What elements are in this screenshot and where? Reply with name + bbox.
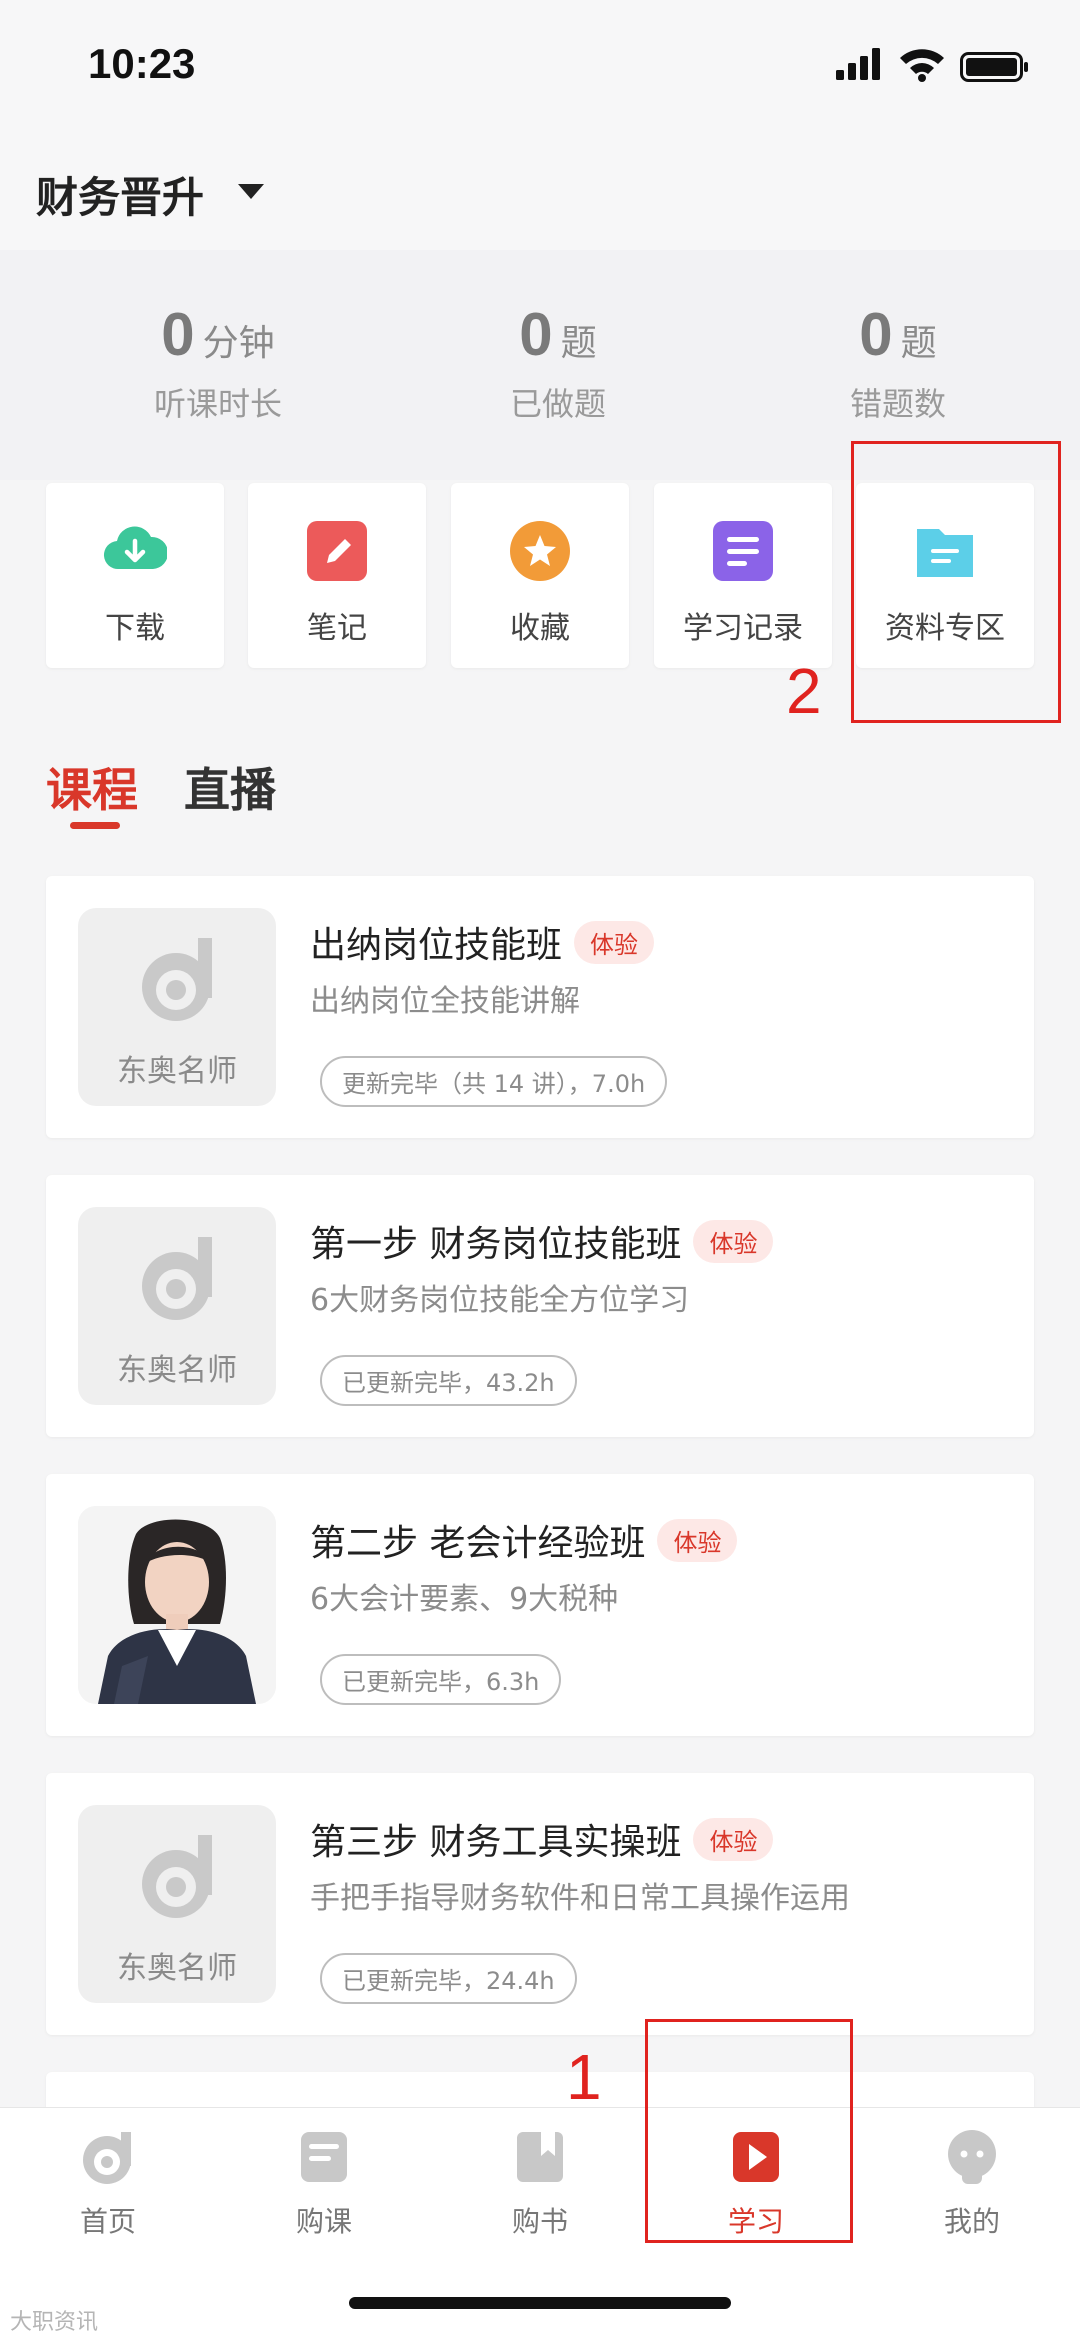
stat-value: 0 xyxy=(859,301,893,368)
course-thumbnail: 东奥名师 xyxy=(78,908,276,1106)
nav-profile[interactable]: 我的 xyxy=(864,2128,1080,2240)
stat-value: 0 xyxy=(519,301,553,368)
nav-label: 首页 xyxy=(79,2205,136,2238)
stat-unit: 题 xyxy=(560,323,597,364)
status-time: 10:23 xyxy=(88,40,196,87)
caret-down-icon[interactable] xyxy=(238,184,264,199)
tile-study-record[interactable]: 学习记录 xyxy=(654,483,832,668)
watermark-text: 大职资讯 xyxy=(10,2310,99,2335)
course-card[interactable]: 东奥名师 第一步 财务岗位技能班 体验 6大财务岗位技能全方位学习 已更新完毕，4… xyxy=(46,1175,1034,1437)
annotation-box-study-tab xyxy=(645,2019,853,2243)
trial-badge: 体验 xyxy=(693,1220,774,1263)
annotation-number-2: 2 xyxy=(786,655,822,727)
battery-icon xyxy=(960,52,1028,82)
course-title-text: 出纳岗位技能班 xyxy=(310,925,563,966)
course-card[interactable]: 东奥名师 出纳岗位技能班 体验 出纳岗位全技能讲解 更新完毕（共 14 讲），7.… xyxy=(46,876,1034,1138)
note-pencil-icon xyxy=(307,521,367,581)
teacher-portrait-icon xyxy=(78,1506,276,1704)
stat-label: 错题数 xyxy=(849,385,946,423)
stat-unit: 分钟 xyxy=(202,323,275,364)
course-title-text: 第一步 财务岗位技能班 xyxy=(310,1224,682,1265)
tab-courses[interactable]: 课程 xyxy=(46,754,138,820)
tile-favorites[interactable]: 收藏 xyxy=(451,483,629,668)
status-bar: 10:23 xyxy=(0,0,1080,130)
home-logo-icon xyxy=(83,2132,131,2184)
course-status-pill: 已更新完毕，24.4h xyxy=(320,1953,577,2004)
nav-home[interactable]: 首页 xyxy=(0,2128,216,2240)
course-status-pill: 已更新完毕，6.3h xyxy=(320,1654,562,1705)
stat-done-questions: 0题 已做题 xyxy=(388,300,728,425)
tile-download[interactable]: 下载 xyxy=(46,483,224,668)
course-title: 第二步 老会计经验班 体验 xyxy=(310,1514,738,1566)
course-status-pill: 已更新完毕，43.2h xyxy=(320,1355,577,1406)
tile-label: 下载 xyxy=(105,611,165,646)
dongao-logo-icon xyxy=(142,1237,212,1320)
nav-label: 购书 xyxy=(511,2205,568,2238)
cellular-signal-icon xyxy=(836,48,880,80)
course-subtitle: 6大会计要素、9大税种 xyxy=(310,1582,619,1617)
nav-buy-book[interactable]: 购书 xyxy=(432,2128,648,2240)
course-subtitle: 6大财务岗位技能全方位学习 xyxy=(310,1283,690,1318)
stat-listen-duration: 0 分钟 听课时长 xyxy=(48,300,388,425)
course-title: 第一步 财务岗位技能班 体验 xyxy=(310,1215,774,1267)
buy-book-icon xyxy=(517,2132,563,2182)
course-card[interactable]: 东奥名师 第三步 财务工具实操班 体验 手把手指导财务软件和日常工具操作运用 已更… xyxy=(46,1773,1034,2035)
tab-live[interactable]: 直播 xyxy=(184,754,276,820)
course-subtitle: 出纳岗位全技能讲解 xyxy=(310,984,580,1019)
course-title: 出纳岗位技能班 体验 xyxy=(310,916,655,968)
buy-course-icon xyxy=(301,2132,347,2182)
course-title: 第三步 财务工具实操班 体验 xyxy=(310,1813,774,1865)
course-title-text: 第二步 老会计经验班 xyxy=(310,1523,646,1564)
thumbnail-caption: 东奥名师 xyxy=(117,1353,237,1388)
trial-badge: 体验 xyxy=(693,1818,774,1861)
course-subtitle: 手把手指导财务软件和日常工具操作运用 xyxy=(310,1881,850,1916)
course-thumbnail: 东奥名师 xyxy=(78,1805,276,2003)
app-header: 财务晋升 xyxy=(0,130,1080,250)
course-title-text: 第三步 财务工具实操班 xyxy=(310,1822,682,1863)
star-icon xyxy=(510,521,570,581)
dongao-logo-icon xyxy=(142,1835,212,1918)
thumbnail-caption: 东奥名师 xyxy=(117,1054,237,1089)
nav-buy-course[interactable]: 购课 xyxy=(216,2128,432,2240)
stat-value: 0 xyxy=(161,301,195,368)
annotation-number-1: 1 xyxy=(566,2041,602,2113)
profile-icon xyxy=(948,2130,996,2184)
course-thumbnail-teacher-photo xyxy=(78,1506,276,1704)
tab-active-indicator xyxy=(70,822,120,829)
stat-label: 已做题 xyxy=(509,385,606,423)
category-selector[interactable]: 财务晋升 xyxy=(36,164,204,225)
stat-unit: 题 xyxy=(900,323,937,364)
record-list-icon xyxy=(713,521,773,581)
nav-label: 购课 xyxy=(295,2205,352,2238)
thumbnail-caption: 东奥名师 xyxy=(117,1951,237,1986)
home-indicator[interactable] xyxy=(349,2297,731,2309)
stat-wrong-questions: 0题 错题数 xyxy=(728,300,1068,425)
wifi-icon xyxy=(900,49,944,82)
nav-label: 我的 xyxy=(943,2205,1000,2238)
course-card[interactable]: 第二步 老会计经验班 体验 6大会计要素、9大税种 已更新完毕，6.3h xyxy=(46,1474,1034,1736)
download-icon xyxy=(103,526,167,570)
tile-notes[interactable]: 笔记 xyxy=(248,483,426,668)
dongao-logo-icon xyxy=(142,938,212,1021)
course-status-pill: 更新完毕（共 14 讲），7.0h xyxy=(320,1056,668,1107)
course-thumbnail: 东奥名师 xyxy=(78,1207,276,1405)
stat-label: 听课时长 xyxy=(153,385,282,423)
tile-label: 收藏 xyxy=(510,611,570,646)
annotation-box-materials xyxy=(851,441,1061,723)
trial-badge: 体验 xyxy=(657,1519,738,1562)
tile-label: 学习记录 xyxy=(683,611,803,646)
tile-label: 笔记 xyxy=(307,611,367,646)
trial-badge: 体验 xyxy=(574,921,655,964)
